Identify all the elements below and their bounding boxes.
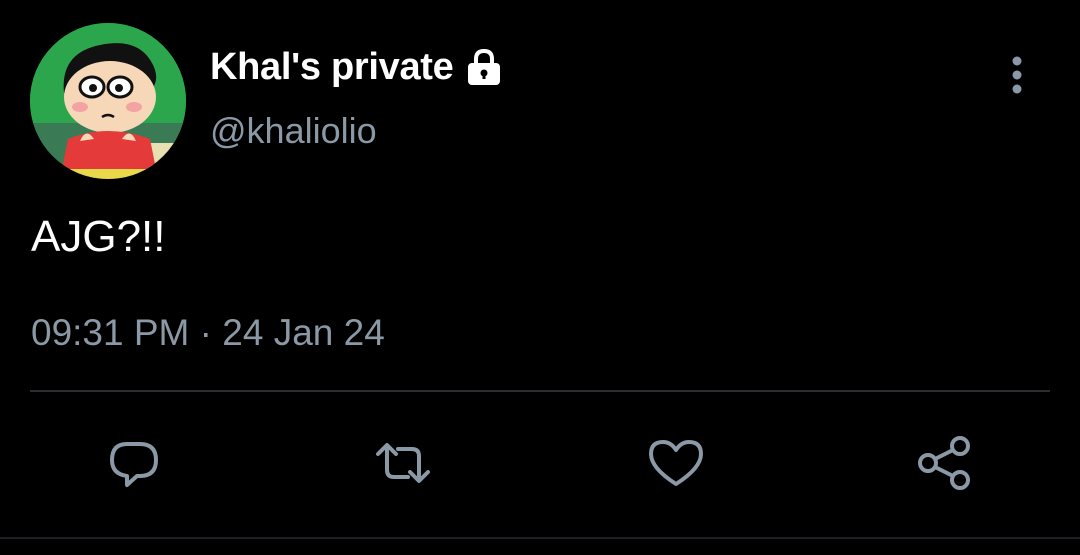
heart-icon xyxy=(649,440,703,486)
retweet-button[interactable] xyxy=(372,432,434,494)
tweet-text: AJG?!! xyxy=(31,212,166,261)
display-name[interactable]: Khal's private xyxy=(210,46,454,89)
reply-button[interactable] xyxy=(103,432,165,494)
tweet-date[interactable]: 24 Jan 24 xyxy=(222,312,385,353)
tweet-time[interactable]: 09:31 PM xyxy=(31,312,189,353)
tweet-detail: Khal's private @khaliolio AJG?!! 09:31 P… xyxy=(0,0,1080,555)
avatar[interactable] xyxy=(30,23,186,179)
share-icon xyxy=(918,436,970,490)
like-button[interactable] xyxy=(645,432,707,494)
avatar-image xyxy=(30,23,186,179)
user-handle[interactable]: @khaliolio xyxy=(210,110,377,152)
meta-separator: · xyxy=(199,312,212,353)
name-row: Khal's private xyxy=(210,42,506,92)
bottom-divider xyxy=(0,537,1080,539)
more-vertical-icon[interactable] xyxy=(1000,52,1034,98)
reply-icon xyxy=(110,442,158,487)
share-button[interactable] xyxy=(914,432,976,494)
retweet-icon xyxy=(376,443,430,483)
divider xyxy=(30,390,1050,392)
lock-icon xyxy=(462,47,506,87)
tweet-timestamp: 09:31 PM · 24 Jan 24 xyxy=(31,312,385,354)
